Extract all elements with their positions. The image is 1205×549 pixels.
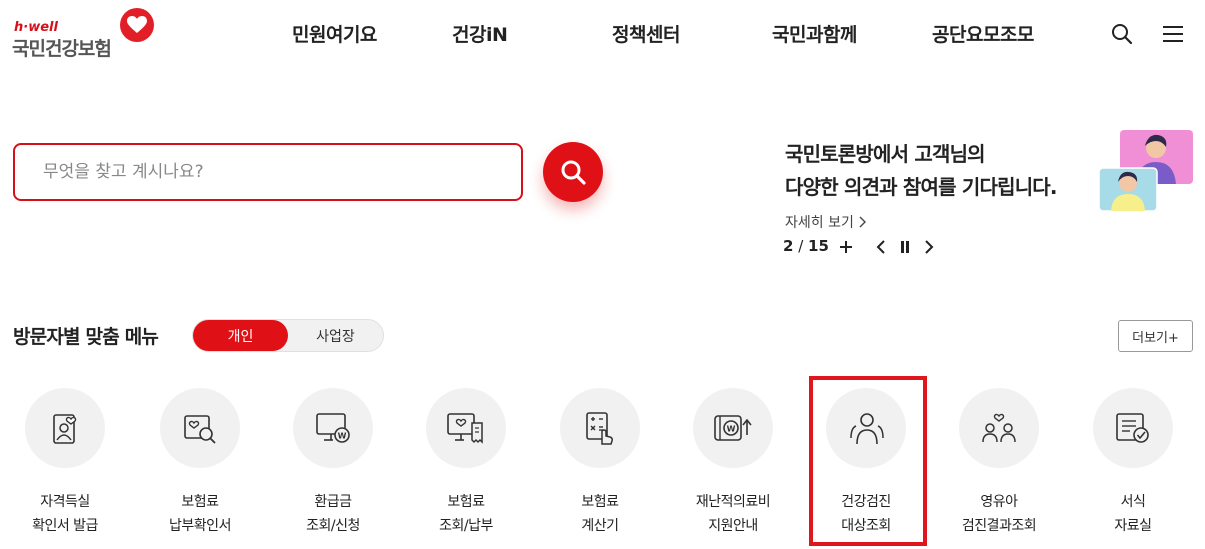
visitor-type-toggle: 개인 사업장 [192,319,384,352]
pause-icon[interactable] [894,235,916,259]
chevron-left-icon[interactable] [870,235,892,259]
chevron-right-icon[interactable] [918,235,940,259]
nav-item-about[interactable]: 공단요모조모 [932,20,1034,47]
menu-label-line1: 재난적의료비 [695,494,771,510]
menu-label-line2: 대상조회 [841,518,891,534]
banner-title-line2: 다양한 의견과 참여를 기다립니다. [785,175,1057,199]
section-title: 방문자별 맞춤 메뉴 [13,326,159,348]
menu-item-refund-inquiry[interactable]: W 환급금 조회/신청 [273,388,393,548]
menu-label-line1: 보험료 [181,494,219,510]
banner-illustration [1098,130,1193,212]
menu-item-forms-library[interactable]: 서식 자료실 [1073,388,1193,548]
menu-label: 영유아 검진결과조회 [939,490,1059,538]
menu-item-premium-inquiry-payment[interactable]: 보험료 조회/납부 [406,388,526,548]
tab-business[interactable]: 사업장 [288,320,383,351]
menu-label: 서식 자료실 [1073,490,1193,538]
banner-more-label: 자세히 보기 [785,215,854,231]
add-icon[interactable] [835,235,857,259]
family-heart-icon [959,388,1039,468]
nav-item-policy-center[interactable]: 정책센터 [612,20,680,47]
menu-label-line2: 조회/신청 [306,518,360,534]
banner-total: 15 [808,237,829,255]
menu-label-line1: 서식 [1120,494,1146,510]
counter-separator: / [798,237,809,255]
nav-item-with-citizens[interactable]: 국민과함께 [772,20,857,47]
menu-item-premium-payment-certificate[interactable]: 보험료 납부확인서 [140,388,260,548]
banner-counter: 2 / 15 [783,237,829,255]
menu-label-line2: 계산기 [581,518,619,534]
menu-label-line2: 납부확인서 [169,518,231,534]
menu-label: 재난적의료비 지원안내 [673,490,793,538]
menu-label: 보험료 조회/납부 [406,490,526,538]
coin-support-icon: W [693,388,773,468]
monitor-receipt-icon [426,388,506,468]
menu-item-premium-calculator[interactable]: 보험료 계산기 [540,388,660,548]
search-button[interactable] [543,142,603,202]
menu-label-line2: 자료실 [1114,518,1152,534]
menu-item-health-checkup-eligibility[interactable]: 건강검진 대상조회 [806,388,926,548]
form-check-icon [1093,388,1173,468]
calculator-icon [560,388,640,468]
menu-label-line1: 영유아 [980,494,1018,510]
menu-item-catastrophic-medical-support[interactable]: W 재난적의료비 지원안내 [673,388,793,548]
hamburger-menu-icon[interactable] [1159,20,1187,48]
menu-label: 자격득실 확인서 발급 [5,490,125,538]
menu-label: 보험료 계산기 [540,490,660,538]
logo-name: 국민건강보험 [12,38,112,60]
menu-label-line1: 보험료 [447,494,485,510]
tab-personal[interactable]: 개인 [193,320,288,351]
heart-icon [120,8,154,42]
nav-item-civil-service[interactable]: 민원여기요 [292,20,377,47]
menu-label-line2: 검진결과조회 [961,518,1037,534]
search-icon[interactable] [1108,20,1136,48]
svg-text:W: W [727,425,736,434]
menu-label-line1: 자격득실 [40,494,90,510]
banner-title: 국민토론방에서 고객님의 다양한 의견과 참여를 기다립니다. [785,138,1057,204]
menu-label-line2: 확인서 발급 [32,518,98,534]
menu-item-infant-checkup-results[interactable]: 영유아 검진결과조회 [939,388,1059,548]
logo[interactable]: h·well 국민건강보험 [12,8,162,60]
nav-item-health-in[interactable]: 건강iN [452,20,508,47]
menu-label-line1: 환급금 [314,494,352,510]
monitor-refund-icon: W [293,388,373,468]
people-group-icon [826,388,906,468]
banner-current: 2 [783,237,794,255]
banner-more-link[interactable]: 자세히 보기 [785,212,867,232]
menu-label: 환급금 조회/신청 [273,490,393,538]
menu-label: 보험료 납부확인서 [140,490,260,538]
menu-label-line2: 조회/납부 [439,518,493,534]
menu-label-line2: 지원안내 [708,518,758,534]
menu-item-qualification-certificate[interactable]: 자격득실 확인서 발급 [5,388,125,548]
more-button[interactable]: 더보기+ [1118,320,1193,352]
menu-label-line1: 보험료 [581,494,619,510]
chevron-right-icon [859,216,867,228]
search-icon [561,160,586,185]
logo-tagline: h·well [14,20,58,35]
document-search-icon [160,388,240,468]
id-card-icon [25,388,105,468]
svg-text:W: W [338,432,347,441]
search-box [13,143,523,201]
menu-label: 건강검진 대상조회 [806,490,926,538]
menu-label-line1: 건강검진 [841,494,891,510]
search-input[interactable] [15,145,521,199]
banner-title-line1: 국민토론방에서 고객님의 [785,142,986,166]
